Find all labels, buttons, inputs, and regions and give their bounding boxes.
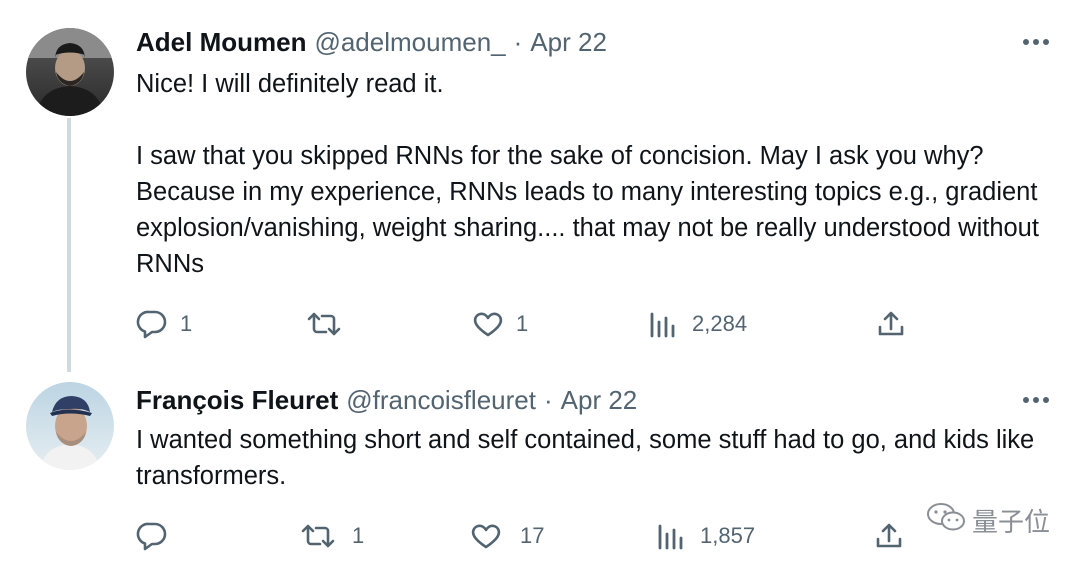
- tweet-text: Nice! I will definitely read it. I saw t…: [136, 70, 1039, 278]
- like-count: 1: [516, 311, 529, 336]
- share-icon: [874, 521, 904, 551]
- author-handle[interactable]: @francoisfleuret: [346, 385, 536, 416]
- views-icon: [648, 310, 676, 338]
- views-count: 1,857: [700, 523, 756, 548]
- avatar[interactable]: [26, 382, 114, 470]
- reply-icon: [136, 309, 168, 339]
- author-handle[interactable]: @adelmoumen_: [314, 27, 505, 58]
- like-button[interactable]: 1: [472, 304, 528, 344]
- views-count: 2,284: [692, 311, 748, 336]
- more-icon[interactable]: [1020, 26, 1052, 58]
- reply-icon: [136, 521, 168, 551]
- retweet-icon: [300, 522, 336, 550]
- avatar[interactable]: [26, 28, 114, 116]
- like-icon: [470, 522, 502, 550]
- tweet-date[interactable]: Apr 22: [561, 385, 638, 416]
- share-button[interactable]: [874, 516, 904, 556]
- tweet-francois-fleuret[interactable]: François Fleuret @francoisfleuret · Apr …: [0, 368, 1080, 570]
- separator: ·: [513, 26, 523, 57]
- tweet-header: Adel Moumen @adelmoumen_ · Apr 22: [136, 22, 607, 62]
- action-bar: 1 17 1,857: [136, 516, 936, 556]
- share-button[interactable]: [876, 304, 906, 344]
- views-icon: [656, 522, 684, 550]
- tweet-adel-moumen[interactable]: Adel Moumen @adelmoumen_ · Apr 22 Nice! …: [0, 0, 1080, 372]
- like-icon: [472, 310, 504, 338]
- tweet-header: François Fleuret @francoisfleuret · Apr …: [136, 380, 637, 420]
- separator: ·: [543, 384, 553, 415]
- more-icon[interactable]: [1020, 384, 1052, 416]
- like-button[interactable]: 17: [470, 516, 544, 556]
- retweet-button[interactable]: [306, 304, 354, 344]
- author-name[interactable]: François Fleuret: [136, 385, 338, 416]
- wechat-icon: [926, 501, 966, 540]
- reply-count: 1: [180, 311, 193, 336]
- action-bar: 1 1 2,284: [136, 304, 936, 344]
- views-button[interactable]: 1,857: [656, 516, 755, 556]
- retweet-icon: [306, 310, 342, 338]
- like-count: 17: [520, 523, 545, 548]
- share-icon: [876, 309, 906, 339]
- tweet-text: I wanted something short and self contai…: [136, 426, 1042, 490]
- watermark: 量子位: [926, 501, 1050, 540]
- watermark-text: 量子位: [971, 508, 1050, 538]
- reply-button[interactable]: [136, 516, 180, 556]
- tweet-date[interactable]: Apr 22: [530, 27, 607, 58]
- author-name[interactable]: Adel Moumen: [136, 27, 306, 58]
- retweet-button[interactable]: 1: [300, 516, 364, 556]
- retweet-count: 1: [352, 523, 365, 548]
- views-button[interactable]: 2,284: [648, 304, 747, 344]
- thread-line: [67, 118, 71, 372]
- reply-button[interactable]: 1: [136, 304, 192, 344]
